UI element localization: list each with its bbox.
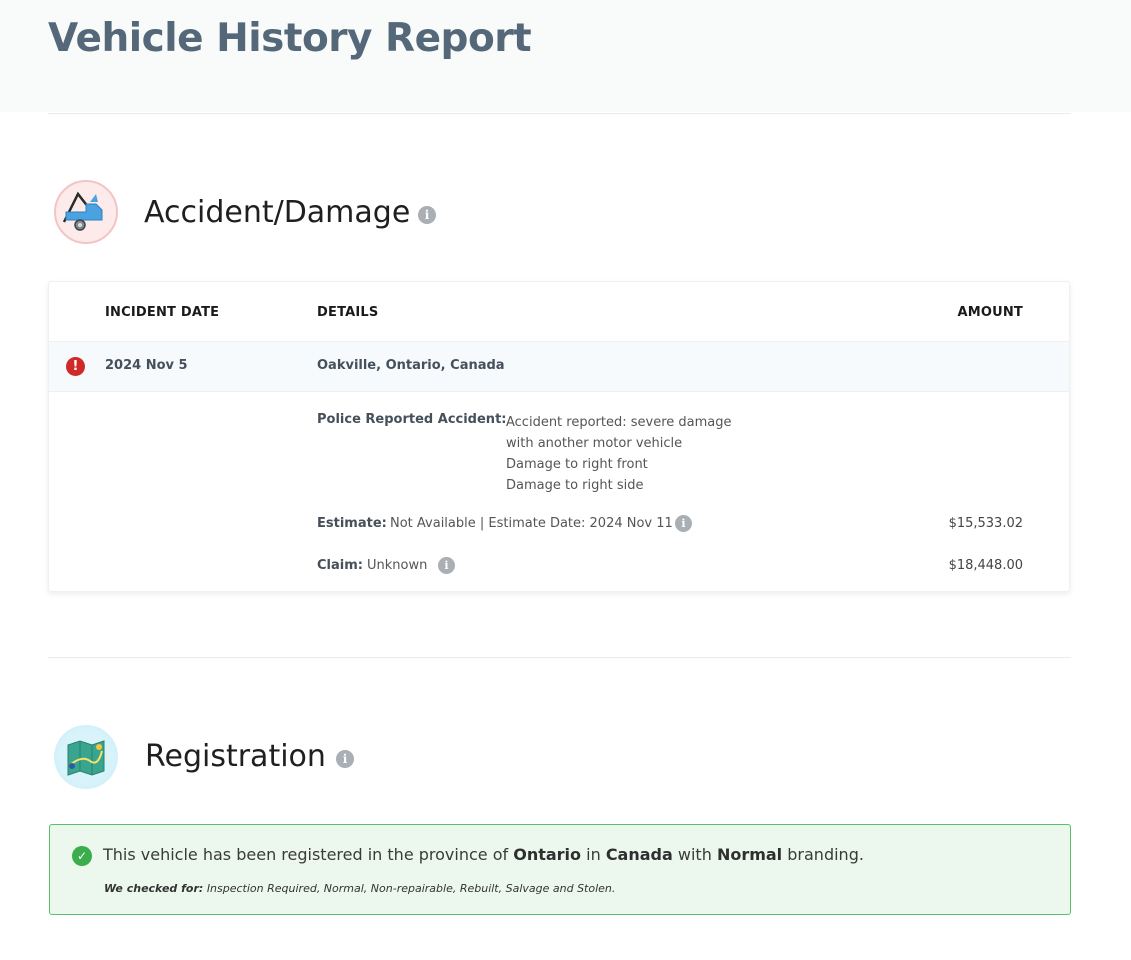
registration-country: Canada — [605, 845, 673, 864]
incident-date: 2024 Nov 5 — [105, 358, 188, 373]
divider — [48, 657, 1071, 658]
estimate-amount: $15,533.02 — [948, 516, 1023, 531]
info-icon[interactable]: i — [418, 206, 436, 224]
checked-for-line: We checked for: Inspection Required, Nor… — [104, 882, 615, 895]
registration-in-word: in — [586, 845, 601, 864]
map-icon — [54, 725, 118, 789]
column-header-amount: AMOUNT — [957, 305, 1023, 320]
police-report-details: Accident reported: severe damage with an… — [506, 412, 732, 496]
incident-location: Oakville, Ontario, Canada — [317, 358, 505, 373]
police-report-label: Police Reported Accident: — [317, 412, 507, 427]
registration-with-word: with — [677, 845, 712, 864]
registration-message: This vehicle has been registered in the … — [103, 845, 864, 864]
police-report-line: Damage to right side — [506, 478, 644, 493]
claim-amount: $18,448.00 — [948, 558, 1023, 573]
registration-status-box: ✓ This vehicle has been registered in th… — [49, 824, 1071, 915]
check-icon: ✓ — [72, 846, 92, 866]
registration-message-prefix: This vehicle has been registered in the … — [103, 845, 509, 864]
column-header-incident-date: INCIDENT DATE — [105, 305, 220, 320]
tow-truck-icon — [54, 180, 118, 244]
police-report-line: with another motor vehicle — [506, 436, 683, 451]
column-header-details: DETAILS — [317, 305, 379, 320]
police-report-line: Accident reported: severe damage — [506, 415, 732, 430]
registration-section-title: Registration — [145, 739, 326, 774]
accident-table: INCIDENT DATE DETAILS AMOUNT ! 2024 Nov … — [48, 281, 1070, 592]
divider — [48, 113, 1071, 114]
page-title: Vehicle History Report — [48, 16, 532, 61]
info-icon[interactable]: i — [438, 557, 455, 574]
registration-branding: Normal — [716, 845, 783, 864]
claim-value: Unknown — [367, 558, 428, 573]
alert-icon: ! — [66, 357, 85, 376]
checked-for-items: Inspection Required, Normal, Non-repaira… — [206, 882, 616, 895]
registration-message-suffix: branding. — [787, 845, 864, 864]
accident-section-title: Accident/Damage — [144, 195, 411, 230]
registration-province: Ontario — [513, 845, 582, 864]
checked-for-label: We checked for: — [104, 882, 204, 895]
estimate-label: Estimate: — [317, 516, 387, 531]
claim-label: Claim: — [317, 558, 363, 573]
police-report-line: Damage to right front — [506, 457, 648, 472]
estimate-value: Not Available | Estimate Date: 2024 Nov … — [390, 516, 673, 531]
info-icon[interactable]: i — [675, 515, 692, 532]
info-icon[interactable]: i — [336, 750, 354, 768]
table-row[interactable]: ! 2024 Nov 5 Oakville, Ontario, Canada — [49, 341, 1069, 392]
